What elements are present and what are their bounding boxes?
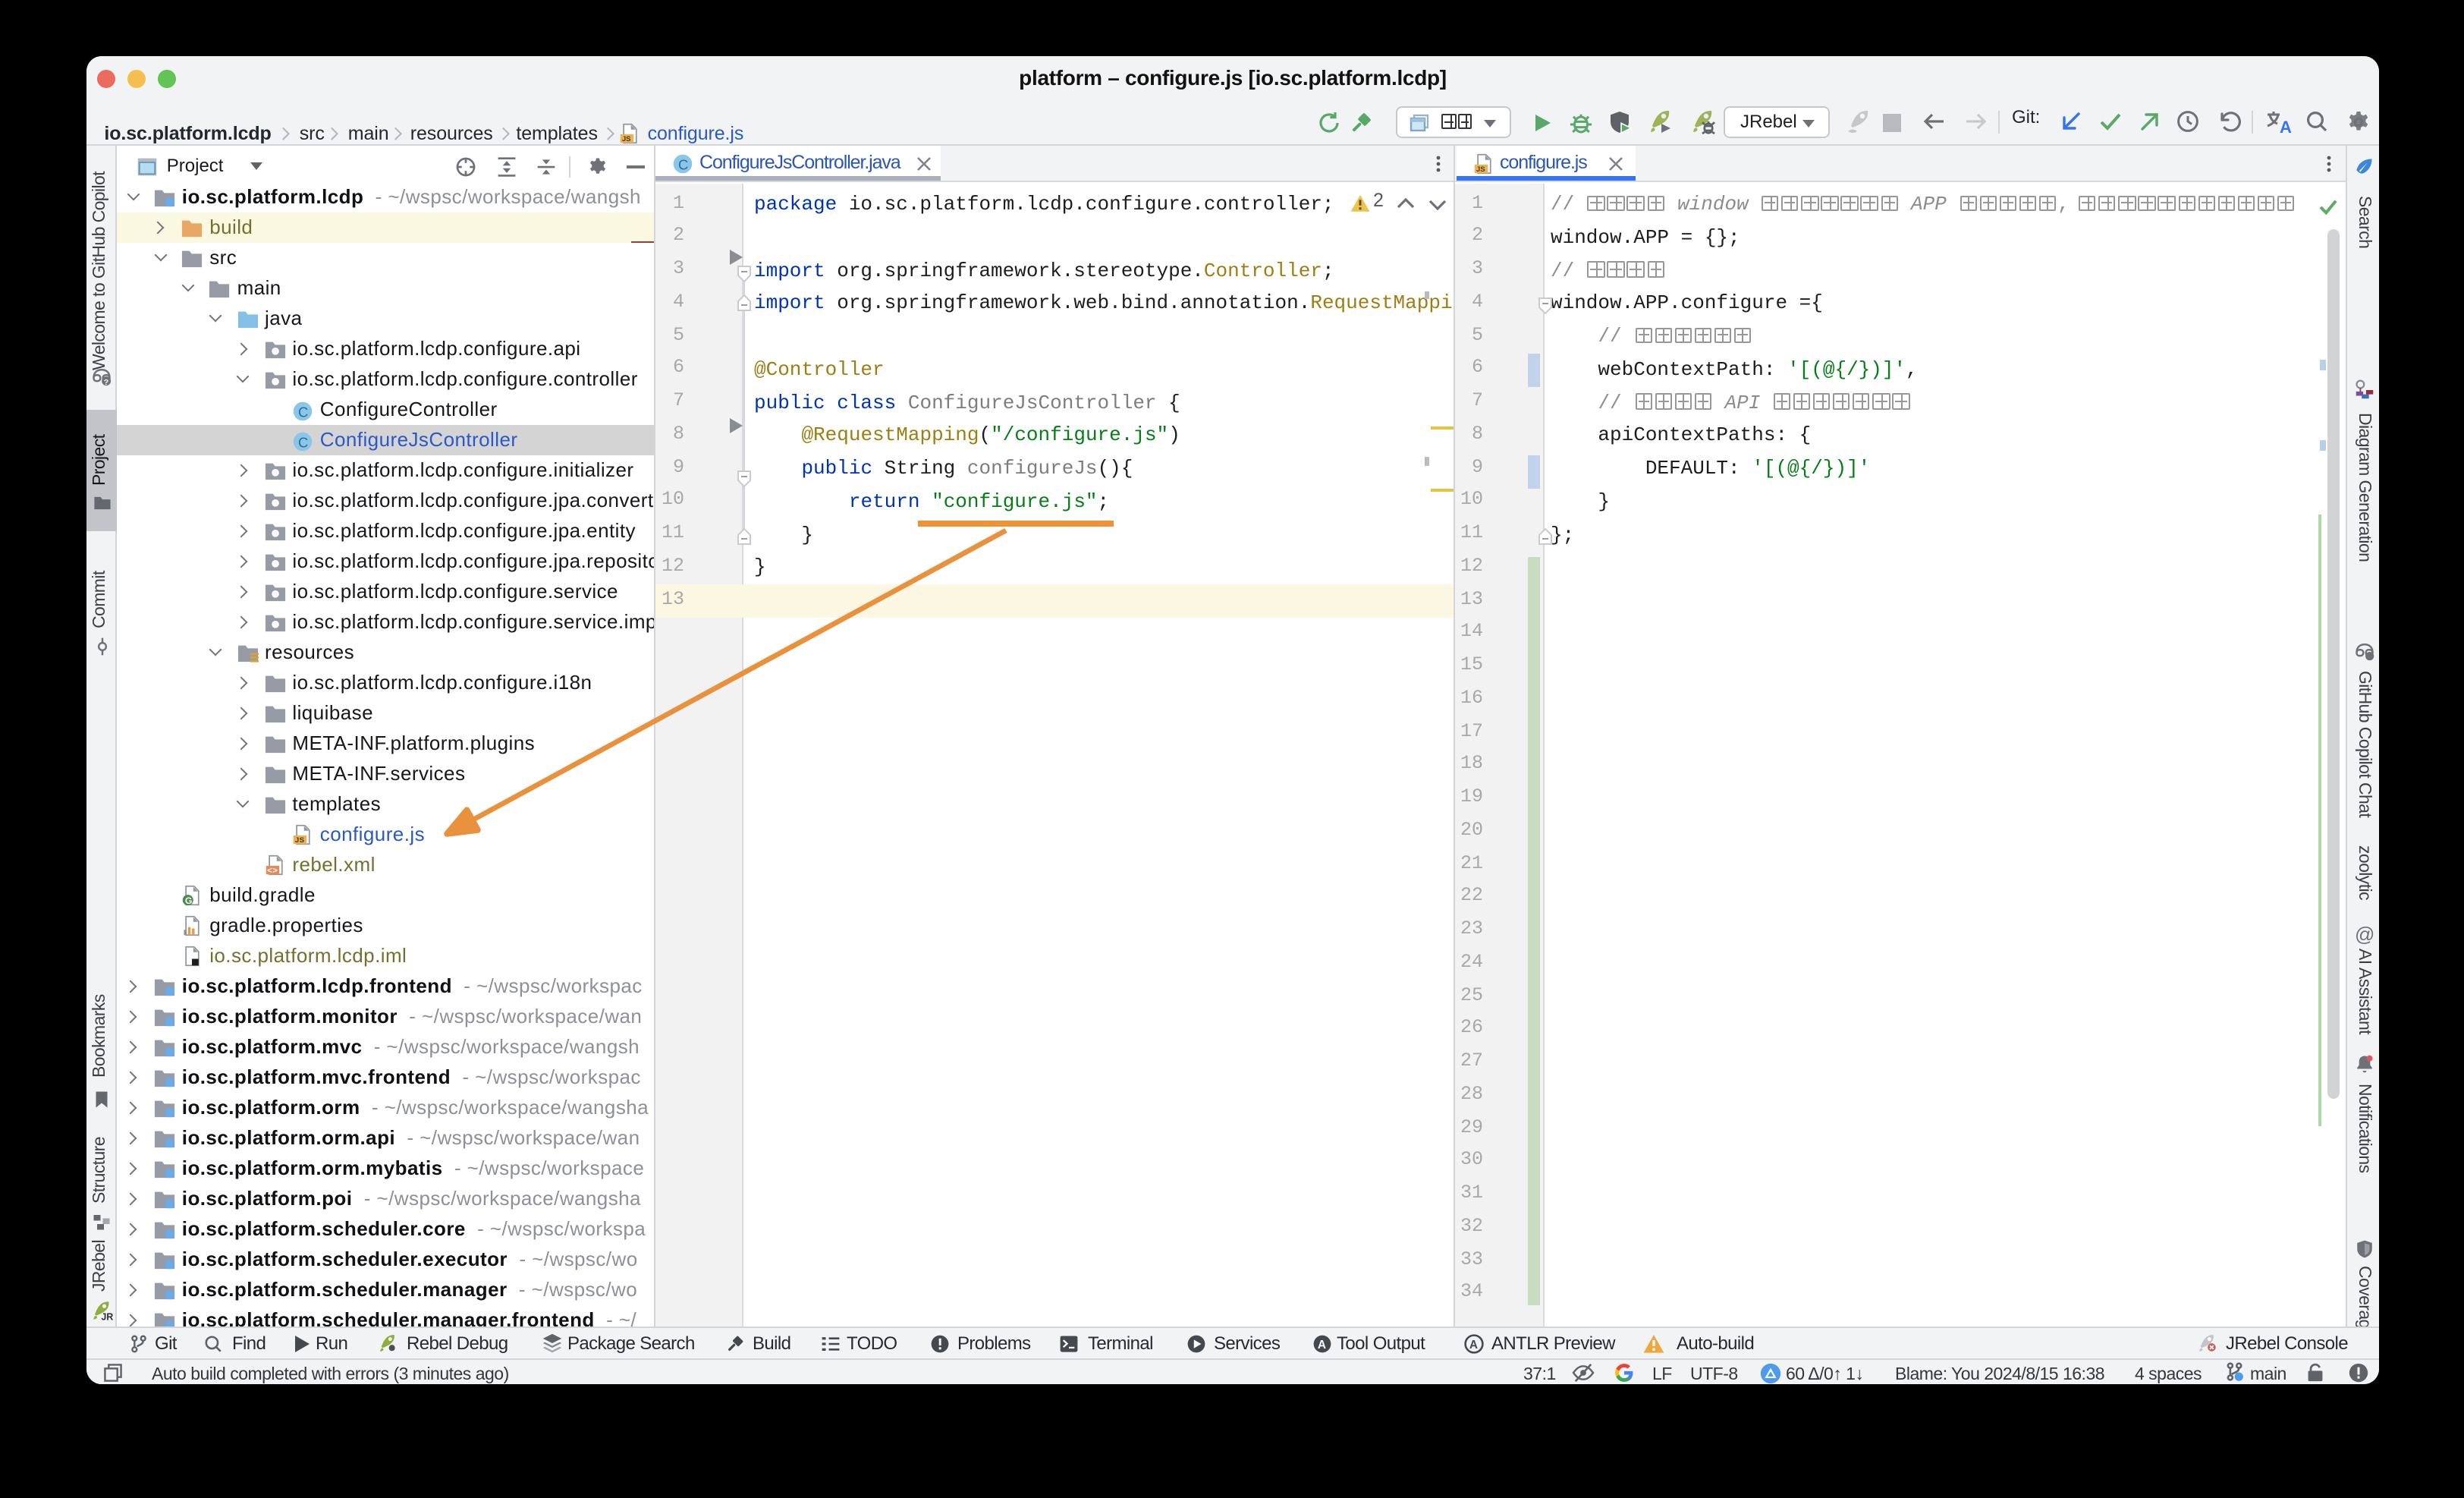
svg-text:C: C [678, 157, 688, 173]
svg-text:JS: JS [295, 836, 305, 844]
svg-text:G: G [185, 895, 193, 905]
svg-text:C: C [298, 404, 309, 420]
svg-text:<>: <> [267, 866, 278, 875]
svg-text:JS: JS [1476, 165, 1485, 173]
svg-text:C: C [298, 435, 309, 451]
svg-text:A: A [2280, 118, 2292, 135]
svg-text:?: ? [104, 378, 108, 387]
svg-text:JR: JR [101, 1312, 113, 1323]
svg-text:A: A [1318, 1339, 1326, 1352]
svg-text:A: A [1469, 1339, 1478, 1352]
